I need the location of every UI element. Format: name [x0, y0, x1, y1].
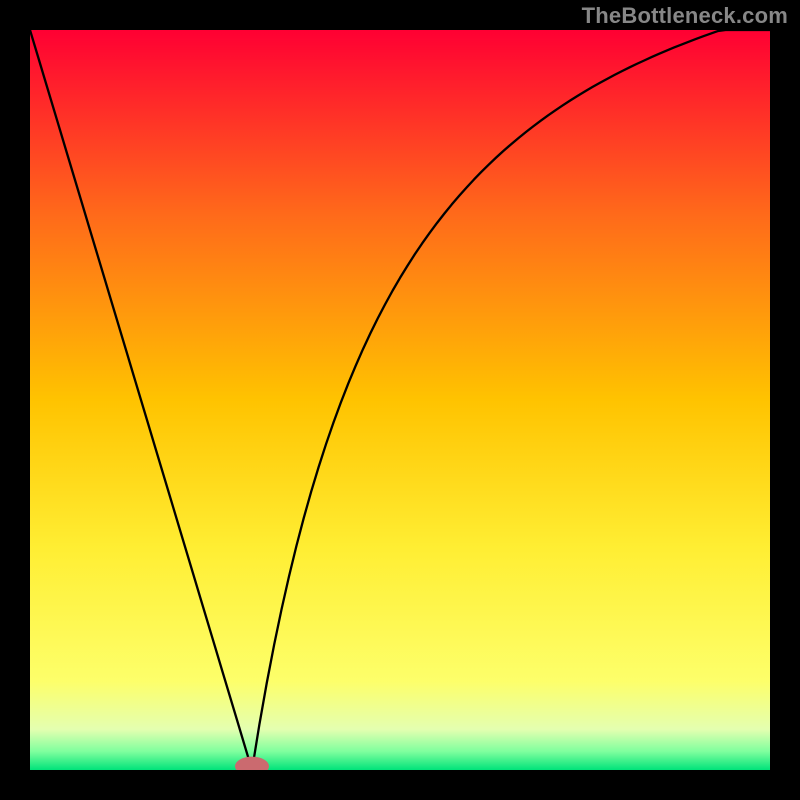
plot-svg	[30, 30, 770, 770]
watermark-text: TheBottleneck.com	[582, 3, 788, 29]
plot-area	[30, 30, 770, 770]
chart-frame: TheBottleneck.com	[0, 0, 800, 800]
